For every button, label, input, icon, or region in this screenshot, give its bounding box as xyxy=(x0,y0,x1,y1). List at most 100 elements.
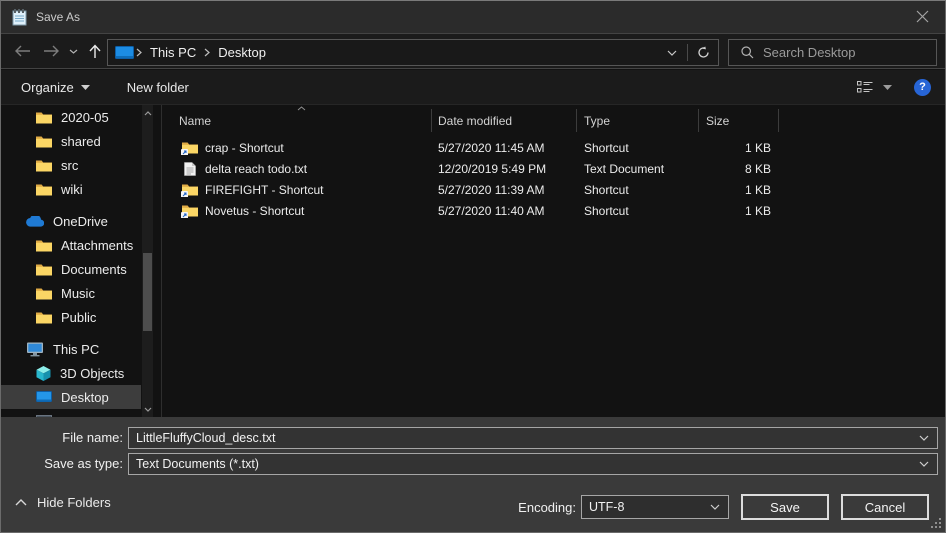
sidebar-item-attachments[interactable]: Attachments xyxy=(1,233,141,257)
view-options-chevron-icon[interactable] xyxy=(883,85,892,90)
sidebar-item-label: Public xyxy=(61,310,96,325)
new-folder-label: New folder xyxy=(127,80,189,95)
file-name-combobox[interactable] xyxy=(128,427,938,449)
column-headers: Name Date modified Type Size xyxy=(162,105,945,135)
back-button[interactable] xyxy=(9,34,35,68)
chevron-down-icon[interactable] xyxy=(702,504,728,510)
encoding-value: UTF-8 xyxy=(582,500,702,514)
sidebar-item-public[interactable]: Public xyxy=(1,305,141,329)
hide-folders-label: Hide Folders xyxy=(37,495,111,510)
command-toolbar: Organize New folder ? xyxy=(1,70,945,105)
search-field[interactable] xyxy=(728,39,937,66)
file-name-input[interactable] xyxy=(129,431,911,445)
file-row-crap-shortcut[interactable]: crap - Shortcut 5/27/2020 11:45 AM Short… xyxy=(162,137,945,158)
folder-icon xyxy=(36,159,52,172)
organize-button[interactable]: Organize xyxy=(1,70,102,104)
window-title: Save As xyxy=(36,10,80,24)
chevron-right-icon xyxy=(134,48,144,57)
breadcrumb-item-this-pc[interactable]: This PC xyxy=(144,45,202,60)
file-row-delta-reach-todo[interactable]: delta reach todo.txt 12/20/2019 5:49 PM … xyxy=(162,158,945,179)
sidebar-item-3d-objects[interactable]: 3D Objects xyxy=(1,361,141,385)
chevron-up-icon xyxy=(15,499,27,506)
file-name-label: File name: xyxy=(1,430,123,445)
new-folder-button[interactable]: New folder xyxy=(102,70,201,104)
close-button[interactable] xyxy=(900,1,945,32)
chevron-down-icon[interactable] xyxy=(911,435,937,441)
computer-icon xyxy=(26,342,44,357)
file-row-firefight-shortcut[interactable]: FIREFIGHT - Shortcut 5/27/2020 11:39 AM … xyxy=(162,179,945,200)
scroll-down-icon[interactable] xyxy=(142,403,153,415)
titlebar: Save As xyxy=(1,1,945,33)
sidebar-item-partial[interactable] xyxy=(1,409,141,417)
organize-label: Organize xyxy=(21,80,74,95)
breadcrumb-item-desktop[interactable]: Desktop xyxy=(212,45,272,60)
column-divider[interactable] xyxy=(576,109,577,132)
search-input[interactable] xyxy=(763,45,913,60)
save-as-dialog: Save As This PC xyxy=(0,0,946,533)
column-divider[interactable] xyxy=(431,109,432,132)
breadcrumb[interactable]: This PC Desktop xyxy=(107,39,719,66)
address-dropdown-chevron-icon[interactable] xyxy=(657,40,687,65)
sidebar-item-src[interactable]: src xyxy=(1,153,141,177)
text-document-icon xyxy=(182,162,198,176)
sidebar-item-music[interactable]: Music xyxy=(1,281,141,305)
column-header-date-modified[interactable]: Date modified xyxy=(438,114,512,128)
folder-icon xyxy=(36,183,52,196)
save-as-type-dropdown[interactable]: Text Documents (*.txt) xyxy=(128,453,938,475)
onedrive-cloud-icon xyxy=(26,216,44,227)
file-name-row: File name: xyxy=(1,427,945,449)
file-list: Name Date modified Type Size crap - S xyxy=(162,105,945,417)
sidebar-item-this-pc[interactable]: This PC xyxy=(1,337,141,361)
save-as-type-row: Save as type: Text Documents (*.txt) xyxy=(1,453,945,475)
scrollbar-thumb[interactable] xyxy=(143,253,152,331)
encoding-dropdown[interactable]: UTF-8 xyxy=(581,495,729,519)
file-date: 12/20/2019 5:49 PM xyxy=(438,162,584,176)
column-header-type[interactable]: Type xyxy=(584,114,610,128)
save-as-type-label: Save as type: xyxy=(1,456,123,471)
sidebar-item-2020-05[interactable]: 2020-05 xyxy=(1,105,141,129)
column-divider[interactable] xyxy=(778,109,779,132)
sidebar-scrollbar[interactable] xyxy=(142,105,153,417)
file-name: FIREFIGHT - Shortcut xyxy=(205,183,323,197)
cancel-button[interactable]: Cancel xyxy=(841,494,929,520)
column-header-name[interactable]: Name xyxy=(179,114,211,128)
file-name: delta reach todo.txt xyxy=(205,162,307,176)
folder-shortcut-icon xyxy=(182,183,198,197)
recent-locations-chevron-icon[interactable] xyxy=(64,34,82,68)
details-view-icon[interactable] xyxy=(857,80,873,94)
column-divider[interactable] xyxy=(698,109,699,132)
file-name: crap - Shortcut xyxy=(205,141,284,155)
file-type: Shortcut xyxy=(584,141,706,155)
forward-button[interactable] xyxy=(38,34,64,68)
sidebar-item-onedrive[interactable]: OneDrive xyxy=(1,209,141,233)
refresh-button[interactable] xyxy=(688,40,718,65)
folder-icon xyxy=(36,263,52,276)
file-name: Novetus - Shortcut xyxy=(205,204,304,218)
folder-icon xyxy=(36,135,52,148)
file-row-novetus-shortcut[interactable]: Novetus - Shortcut 5/27/2020 11:40 AM Sh… xyxy=(162,200,945,221)
this-pc-icon xyxy=(115,46,134,60)
sidebar-item-wiki[interactable]: wiki xyxy=(1,177,141,201)
hide-folders-button[interactable]: Hide Folders xyxy=(15,495,111,510)
file-date: 5/27/2020 11:45 AM xyxy=(438,141,584,155)
folder-icon xyxy=(36,311,52,324)
search-icon xyxy=(741,46,754,59)
sidebar-item-label: shared xyxy=(61,134,101,149)
sidebar-item-documents[interactable]: Documents xyxy=(1,257,141,281)
scroll-up-icon[interactable] xyxy=(142,107,153,119)
file-size: 1 KB xyxy=(706,183,779,197)
sidebar-item-label: This PC xyxy=(53,342,99,357)
file-date: 5/27/2020 11:39 AM xyxy=(438,183,584,197)
sidebar-item-desktop[interactable]: Desktop xyxy=(1,385,141,409)
file-size: 1 KB xyxy=(706,141,779,155)
column-header-size[interactable]: Size xyxy=(706,114,729,128)
up-button[interactable] xyxy=(83,34,107,68)
resize-grip[interactable] xyxy=(930,518,941,529)
save-button[interactable]: Save xyxy=(741,494,829,520)
chevron-down-icon[interactable] xyxy=(911,461,937,467)
help-button[interactable]: ? xyxy=(914,79,931,96)
desktop-monitor-icon xyxy=(36,391,52,403)
folder-tree-sidebar: 2020-05 shared src wiki OneDrive xyxy=(1,105,162,417)
folder-icon xyxy=(36,111,52,124)
sidebar-item-shared[interactable]: shared xyxy=(1,129,141,153)
